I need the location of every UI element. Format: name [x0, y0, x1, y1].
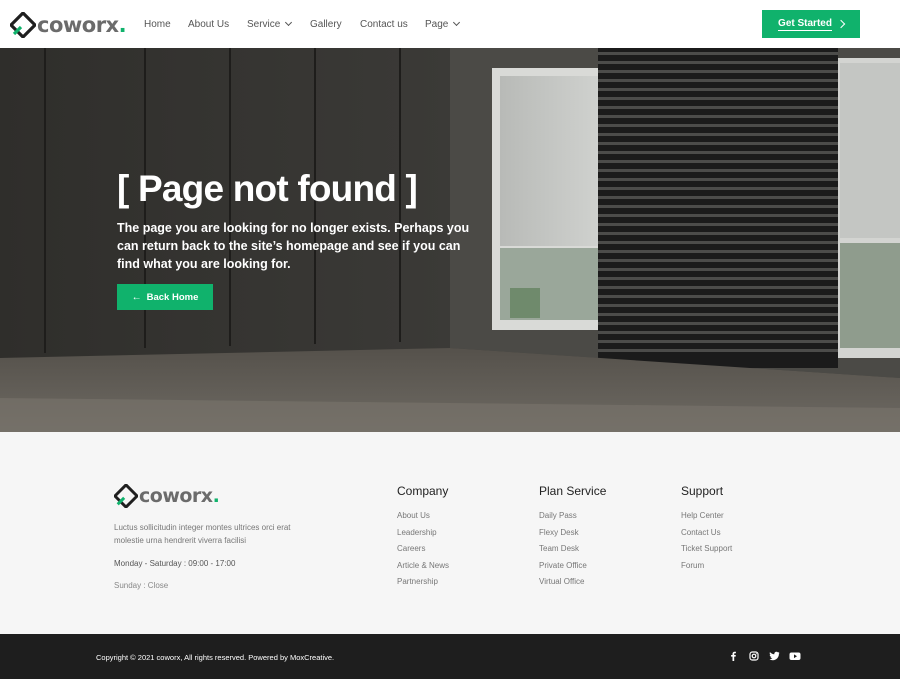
instagram-icon[interactable]: [748, 650, 760, 662]
footer-link[interactable]: Team Desk: [539, 544, 606, 561]
arrow-left-icon: ←: [131, 291, 142, 303]
footer-logo[interactable]: coworx.: [114, 484, 220, 508]
footer-link[interactable]: Private Office: [539, 561, 606, 578]
footer-column-title: Plan Service: [539, 484, 607, 498]
copyright-text: Copyright © 2021 coworx, All rights rese…: [96, 653, 335, 662]
footer-link[interactable]: Careers: [397, 544, 449, 561]
hours-weekday: Monday - Saturday : 09:00 - 17:00: [114, 559, 236, 568]
brand-name: coworx.: [37, 13, 127, 37]
nav-item-about[interactable]: About Us: [188, 19, 247, 30]
youtube-icon[interactable]: [789, 650, 801, 662]
back-home-button[interactable]: ← Back Home: [117, 284, 213, 310]
footer-column-plan-service: Plan Service Daily Pass Flexy Desk Team …: [539, 484, 606, 594]
site-footer: coworx. Luctus sollicitudin integer mont…: [0, 432, 900, 634]
logo-mark-icon: [114, 484, 138, 508]
logo-mark-icon: [10, 12, 36, 38]
hero-section: [ Page not found ] The page you are look…: [0, 48, 900, 432]
twitter-icon[interactable]: [768, 650, 780, 662]
footer-column-title: Company: [397, 484, 449, 498]
nav-item-page[interactable]: Page: [425, 18, 461, 30]
nav-item-contact[interactable]: Contact us: [360, 19, 425, 30]
facebook-icon[interactable]: [727, 650, 739, 662]
footer-description: Luctus sollicitudin integer montes ultri…: [114, 523, 291, 545]
footer-link[interactable]: Contact Us: [681, 528, 732, 545]
get-started-button[interactable]: Get Started: [762, 10, 860, 38]
brand-name: coworx.: [139, 485, 220, 507]
footer-link[interactable]: Article & News: [397, 561, 449, 578]
footer-column-support: Support Help Center Contact Us Ticket Su…: [681, 484, 732, 577]
footer-link[interactable]: Ticket Support: [681, 544, 732, 561]
chevron-right-icon: [836, 19, 846, 29]
site-header: coworx. Home About Us Service Gallery Co…: [0, 0, 900, 48]
footer-column-title: Support: [681, 484, 724, 498]
hero-description: The page you are looking for no longer e…: [117, 221, 470, 271]
footer-link[interactable]: Flexy Desk: [539, 528, 606, 545]
footer-link[interactable]: Help Center: [681, 511, 732, 528]
main-nav: Home About Us Service Gallery Contact us…: [144, 0, 461, 48]
hours-sunday: Sunday : Close: [114, 581, 169, 590]
nav-item-home[interactable]: Home: [144, 19, 188, 30]
brand-logo[interactable]: coworx.: [10, 12, 127, 38]
page-title: [ Page not found ]: [117, 168, 418, 209]
footer-link[interactable]: Partnership: [397, 577, 449, 594]
footer-link[interactable]: Daily Pass: [539, 511, 606, 528]
footer-link[interactable]: Virtual Office: [539, 577, 606, 594]
copyright-bar: Copyright © 2021 coworx, All rights rese…: [0, 634, 900, 679]
footer-link[interactable]: About Us: [397, 511, 449, 528]
nav-item-service[interactable]: Service: [247, 19, 310, 30]
chevron-down-icon: [285, 18, 293, 27]
footer-link[interactable]: Forum: [681, 561, 732, 578]
chevron-down-icon: [453, 18, 461, 27]
footer-column-company: Company About Us Leadership Careers Arti…: [397, 484, 449, 594]
footer-link[interactable]: Leadership: [397, 528, 449, 545]
nav-item-gallery[interactable]: Gallery: [310, 19, 360, 30]
